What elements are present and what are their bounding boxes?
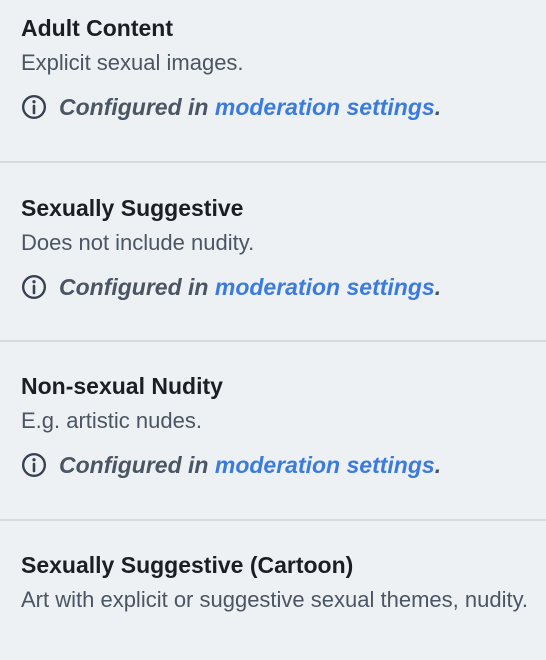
- section-divider: [0, 519, 546, 521]
- info-circle-icon: [21, 274, 47, 300]
- section-description: Does not include nudity.: [21, 230, 255, 255]
- section-title: Adult Content: [21, 15, 174, 41]
- section-description: E.g. artistic nudes.: [21, 408, 202, 433]
- content-filter-list: Adult Content Explicit sexual images. Co…: [0, 0, 546, 660]
- configured-note: Configured in moderation settings.: [21, 272, 546, 302]
- configured-note: Configured in moderation settings.: [21, 450, 546, 480]
- note-prefix: Configured in: [59, 274, 209, 300]
- info-circle-icon: [21, 94, 47, 120]
- note-prefix: Configured in: [59, 452, 209, 478]
- info-circle-icon: [21, 452, 47, 478]
- note-suffix: .: [434, 274, 442, 300]
- content-section-sexually-suggestive: Sexually Suggestive Does not include nud…: [0, 193, 546, 302]
- moderation-settings-link[interactable]: moderation settings: [215, 272, 435, 302]
- note-prefix: Configured in: [59, 94, 209, 120]
- section-title: Sexually Suggestive: [21, 195, 244, 221]
- note-suffix: .: [434, 94, 442, 120]
- content-section-sexually-suggestive-cartoon: Sexually Suggestive (Cartoon) Art with e…: [0, 550, 546, 615]
- content-section-adult-content: Adult Content Explicit sexual images. Co…: [0, 13, 546, 122]
- moderation-settings-link[interactable]: moderation settings: [215, 450, 435, 480]
- section-divider: [0, 161, 546, 163]
- moderation-settings-link[interactable]: moderation settings: [215, 92, 435, 122]
- section-title: Sexually Suggestive (Cartoon): [21, 552, 354, 578]
- section-title: Non-sexual Nudity: [21, 373, 223, 399]
- content-section-non-sexual-nudity: Non-sexual Nudity E.g. artistic nudes. C…: [0, 371, 546, 480]
- note-suffix: .: [434, 452, 442, 478]
- section-divider: [0, 340, 546, 342]
- section-description: Art with explicit or suggestive sexual t…: [21, 587, 529, 612]
- configured-note: Configured in moderation settings.: [21, 92, 546, 122]
- section-description: Explicit sexual images.: [21, 50, 244, 75]
